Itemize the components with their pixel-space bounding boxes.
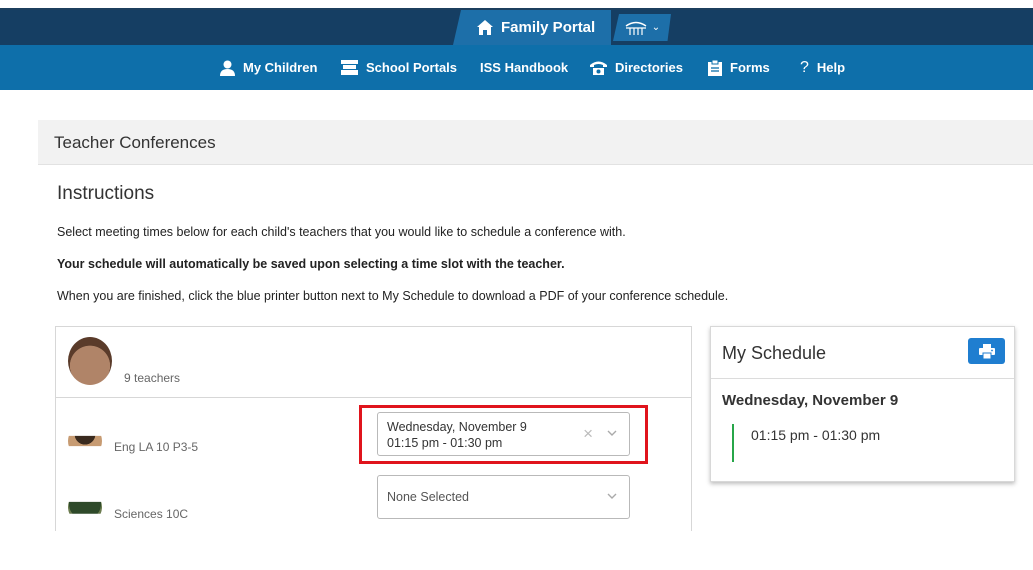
schedule-accent-bar bbox=[732, 424, 734, 462]
school-icon bbox=[341, 60, 358, 75]
teacher-count: 9 teachers bbox=[124, 371, 181, 385]
home-icon bbox=[477, 20, 493, 35]
chevron-down-icon[interactable] bbox=[607, 491, 617, 501]
question-icon: ? bbox=[800, 58, 809, 76]
nav-my-children[interactable]: My Children bbox=[220, 45, 317, 90]
instructions-line-3: When you are finished, click the blue pr… bbox=[57, 289, 729, 303]
nav-label: My Children bbox=[243, 60, 318, 75]
schedule-title: My Schedule bbox=[722, 343, 827, 363]
portal-switcher[interactable]: ⌄ bbox=[613, 14, 671, 41]
instructions-line-2: Your schedule will automatically be save… bbox=[57, 257, 565, 271]
top-border bbox=[0, 0, 1033, 10]
schedule-date: Wednesday, November 9 bbox=[722, 392, 899, 409]
course-name: Sciences 10C bbox=[114, 507, 189, 521]
print-button[interactable] bbox=[968, 338, 1005, 364]
printer-icon bbox=[978, 343, 995, 359]
nav-help[interactable]: ? Help bbox=[800, 45, 845, 90]
teacher-row: Sciences 10C None Selected bbox=[56, 470, 691, 531]
instructions-heading: Instructions bbox=[57, 183, 155, 204]
district-logo-icon bbox=[625, 21, 647, 35]
phone-icon bbox=[590, 60, 607, 75]
highlight-box bbox=[359, 405, 648, 464]
nav-label: Forms bbox=[730, 60, 770, 75]
course-name: Eng LA 10 P3-5 bbox=[114, 440, 199, 454]
schedule-time: 01:15 pm - 01:30 pm bbox=[751, 427, 881, 443]
my-schedule-card: My Schedule Wednesday, November 9 01:15 … bbox=[710, 326, 1015, 482]
teacher-avatar bbox=[68, 501, 102, 514]
nav-directories[interactable]: Directories bbox=[590, 45, 683, 90]
nav-label: ISS Handbook bbox=[480, 60, 569, 75]
main-nav: My Children School Portals ISS Handbook … bbox=[0, 45, 1033, 90]
person-icon bbox=[220, 60, 235, 76]
child-header[interactable]: 9 teachers bbox=[56, 327, 691, 398]
child-avatar bbox=[68, 337, 112, 385]
nav-label: Help bbox=[816, 60, 846, 75]
chevron-down-icon: ⌄ bbox=[651, 22, 661, 33]
time-slot-select[interactable]: None Selected bbox=[377, 475, 630, 519]
select-placeholder: None Selected bbox=[387, 490, 470, 504]
nav-school-portals[interactable]: School Portals bbox=[341, 45, 457, 90]
nav-label: Directories bbox=[615, 60, 683, 75]
schedule-header: My Schedule bbox=[711, 327, 1014, 379]
nav-label: School Portals bbox=[366, 60, 458, 75]
page-title: Teacher Conferences bbox=[54, 133, 216, 152]
family-portal-tab[interactable]: Family Portal bbox=[453, 10, 611, 45]
instructions-line-1: Select meeting times below for each chil… bbox=[57, 225, 626, 239]
nav-iss-handbook[interactable]: ISS Handbook bbox=[480, 45, 568, 90]
teacher-avatar bbox=[68, 435, 102, 447]
clipboard-icon bbox=[708, 59, 722, 76]
nav-forms[interactable]: Forms bbox=[708, 45, 770, 90]
portal-title: Family Portal bbox=[501, 19, 596, 36]
panel-header: Teacher Conferences bbox=[38, 120, 1033, 165]
